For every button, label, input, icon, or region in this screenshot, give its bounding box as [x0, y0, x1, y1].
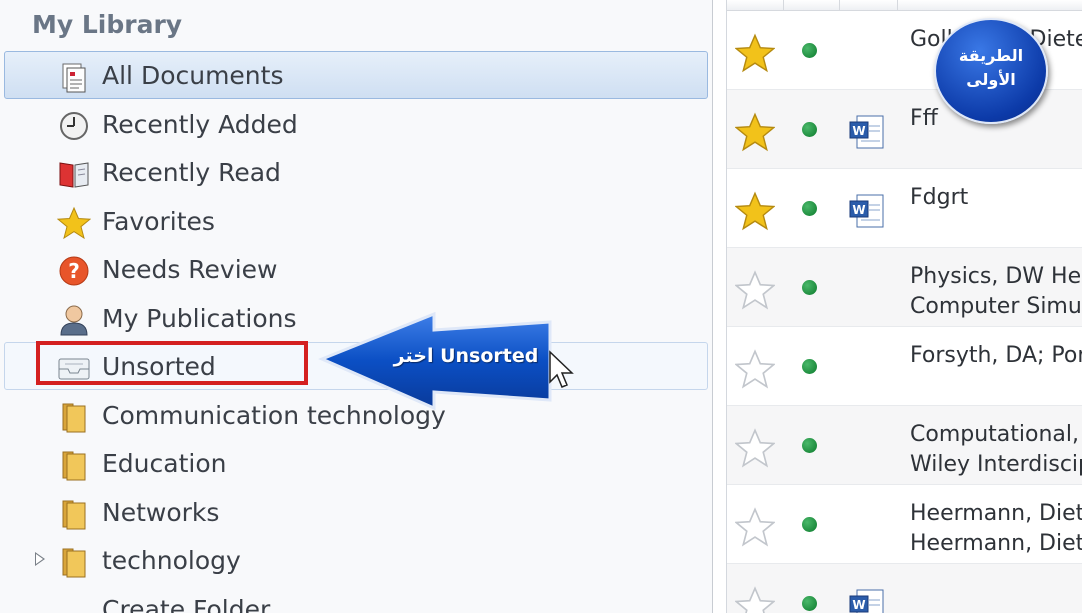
document-authors: Fdgrt [910, 183, 968, 213]
library-sidebar: My Library All Documents Recently Added … [0, 0, 713, 613]
open-book-icon [57, 157, 91, 191]
expand-arrow-icon[interactable] [35, 552, 45, 566]
read-status-dot[interactable] [802, 596, 817, 611]
sidebar-item-networks[interactable]: Networks [4, 488, 708, 536]
document-line-1: Computational, [910, 422, 1079, 447]
document-line-1: Physics, DW Heermann [910, 264, 1082, 289]
sidebar-item-recently-read[interactable]: Recently Read [4, 148, 708, 196]
highlight-frame [36, 341, 308, 385]
document-authors: Heermann, Dieter Heermann, Dieter [910, 499, 1082, 559]
sidebar-item-label: Needs Review [102, 255, 278, 284]
sidebar-item-all-documents[interactable]: All Documents [4, 51, 708, 99]
table-row[interactable]: Forsyth, DA; Ponce [727, 327, 1082, 406]
question-icon: ? [57, 254, 91, 288]
column-separator[interactable] [839, 0, 840, 10]
document-line-2: Computer Simulation [910, 294, 1082, 319]
svg-text:W: W [852, 203, 865, 217]
folder-icon [57, 497, 91, 531]
read-status-dot[interactable] [802, 359, 817, 374]
sidebar-item-needs-review[interactable]: ? Needs Review [4, 245, 708, 293]
document-authors: Physics, DW Heermann Computer Simulation [910, 262, 1082, 322]
table-row[interactable]: W [727, 564, 1082, 613]
all-documents-icon [57, 60, 91, 94]
sidebar-item-label: Recently Read [102, 158, 281, 187]
sidebar-item-favorites[interactable]: Favorites [4, 197, 708, 245]
sidebar-item-label: Favorites [102, 207, 215, 236]
sidebar-item-education[interactable]: Education [4, 439, 708, 487]
word-document-icon[interactable]: W [847, 193, 887, 231]
sidebar-item-label: My Publications [102, 304, 297, 333]
sidebar-item-label: Networks [102, 498, 220, 527]
favorite-star-icon[interactable] [735, 191, 775, 231]
read-status-dot[interactable] [802, 517, 817, 532]
star-icon [57, 206, 91, 240]
table-row[interactable]: Physics, DW Heermann Computer Simulation [727, 248, 1082, 327]
favorite-star-icon[interactable] [735, 112, 775, 152]
sidebar-item-label: Create Folder... [102, 595, 292, 613]
read-status-dot[interactable] [802, 201, 817, 216]
sidebar-item-create-folder[interactable]: Create Folder... [4, 585, 708, 613]
column-separator[interactable] [783, 0, 784, 10]
folder-icon [57, 448, 91, 482]
column-separator[interactable] [897, 0, 898, 10]
sidebar-item-label: Education [102, 449, 227, 478]
folder-icon [57, 545, 91, 579]
unfavorite-star-icon[interactable] [735, 586, 775, 613]
unfavorite-star-icon[interactable] [735, 507, 775, 547]
sidebar-item-recently-added[interactable]: Recently Added [4, 100, 708, 148]
document-authors: Computational, Wiley Interdisciplinary [910, 420, 1082, 480]
unfavorite-star-icon[interactable] [735, 428, 775, 468]
document-line-2: Wiley Interdisciplinary [910, 452, 1082, 477]
read-status-dot[interactable] [802, 122, 817, 137]
word-document-icon[interactable]: W [847, 588, 887, 613]
mendeley-window: My Library All Documents Recently Added … [0, 0, 1082, 613]
document-authors: Fff [910, 104, 938, 134]
document-line-2: Heermann, Dieter [910, 531, 1082, 556]
library-title: My Library [32, 10, 183, 39]
document-line-1: Fff [910, 106, 938, 131]
document-line-1: Forsyth, DA; Ponce [910, 343, 1082, 368]
table-row[interactable]: Computational, Wiley Interdisciplinary [727, 406, 1082, 485]
document-line-1: Fdgrt [910, 185, 969, 210]
badge-line-1: الطريقة [958, 46, 1024, 65]
table-row[interactable]: W Fdgrt [727, 169, 1082, 248]
read-status-dot[interactable] [802, 438, 817, 453]
svg-text:W: W [852, 124, 865, 138]
table-row[interactable]: Heermann, Dieter Heermann, Dieter [727, 485, 1082, 564]
sidebar-item-label: All Documents [102, 61, 284, 90]
badge-line-2: الأولى [966, 70, 1016, 89]
folder-icon [57, 400, 91, 434]
badge-text: الطريقة الأولى [936, 44, 1046, 92]
read-status-dot[interactable] [802, 280, 817, 295]
callout-arrow: اختر Unsorted [318, 312, 554, 410]
unfavorite-star-icon[interactable] [735, 270, 775, 310]
read-status-dot[interactable] [802, 43, 817, 58]
clock-icon [57, 109, 91, 143]
sidebar-item-label: technology [102, 546, 241, 575]
word-document-icon[interactable]: W [847, 114, 887, 152]
mouse-cursor-icon [548, 350, 576, 394]
document-line-1: Heermann, Dieter [910, 501, 1082, 526]
list-header [727, 0, 1082, 11]
favorite-star-icon[interactable] [735, 33, 775, 73]
sidebar-item-technology[interactable]: technology [4, 536, 708, 584]
document-authors: Forsyth, DA; Ponce [910, 341, 1082, 371]
svg-text:W: W [852, 598, 865, 612]
svg-text:?: ? [68, 259, 80, 283]
callout-text: اختر Unsorted [393, 345, 539, 367]
method-badge: الطريقة الأولى [934, 18, 1048, 124]
person-icon [57, 303, 91, 337]
sidebar-item-label: Recently Added [102, 110, 298, 139]
unfavorite-star-icon[interactable] [735, 349, 775, 389]
